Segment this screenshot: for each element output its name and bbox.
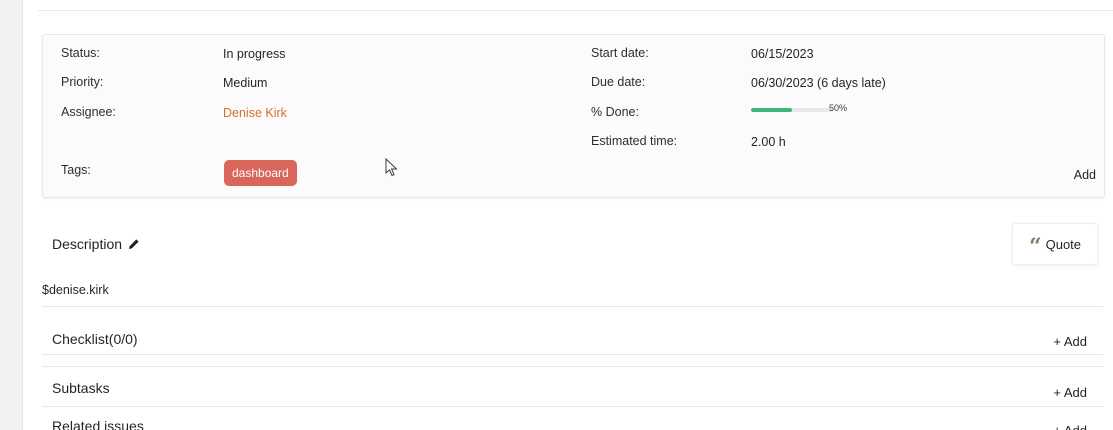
quote-button[interactable]: “ Quote xyxy=(1012,223,1098,265)
checklist-section: Checklist(0/0) + Add xyxy=(42,306,1103,355)
quote-icon: “ xyxy=(1028,234,1042,260)
estimated-time-value: 2.00 h xyxy=(751,135,786,149)
add-subtask-button[interactable]: + Add xyxy=(1053,385,1087,400)
description-title: Description xyxy=(52,236,123,252)
done-progress-bar xyxy=(751,108,833,112)
due-date-label: Due date: xyxy=(591,75,646,89)
done-percent-text: 50% xyxy=(829,103,848,113)
subtasks-title: Subtasks xyxy=(52,380,110,396)
pencil-icon[interactable] xyxy=(128,238,140,250)
issue-attributes-card: Status: In progress Priority: Medium Ass… xyxy=(42,34,1105,198)
start-date-label: Start date: xyxy=(591,46,649,60)
status-value: In progress xyxy=(223,47,286,61)
start-date-value: 06/15/2023 xyxy=(751,47,814,61)
cursor-pointer-icon xyxy=(385,158,398,177)
add-related-issue-button[interactable]: + Add xyxy=(1053,423,1087,430)
related-issues-title: Related issues xyxy=(52,418,144,430)
add-tag-link[interactable]: Add xyxy=(1074,168,1096,182)
assignee-link[interactable]: Denise Kirk xyxy=(223,106,287,121)
checklist-title: Checklist(0/0) xyxy=(52,331,138,347)
description-body: $denise.kirk xyxy=(42,283,109,297)
priority-value: Medium xyxy=(223,76,268,90)
estimated-time-label: Estimated time: xyxy=(591,134,678,148)
left-rail xyxy=(0,0,23,430)
add-checklist-button[interactable]: + Add xyxy=(1053,334,1087,349)
assignee-label: Assignee: xyxy=(61,105,116,119)
done-ratio-label: % Done: xyxy=(591,105,639,119)
top-divider xyxy=(38,0,1113,11)
done-progress-fill xyxy=(751,108,792,112)
tag-dashboard[interactable]: dashboard xyxy=(224,160,297,186)
tags-label: Tags: xyxy=(61,163,91,177)
related-issues-section: Related issues + Add xyxy=(42,406,1103,430)
issue-detail-page: Status: In progress Priority: Medium Ass… xyxy=(0,0,1113,430)
description-header: Description xyxy=(52,236,140,252)
quote-button-label: Quote xyxy=(1045,236,1082,252)
priority-label: Priority: xyxy=(61,75,104,89)
due-date-value: 06/30/2023 (6 days late) xyxy=(751,76,886,90)
status-label: Status: xyxy=(61,46,100,60)
subtasks-section: Subtasks + Add xyxy=(42,366,1103,407)
